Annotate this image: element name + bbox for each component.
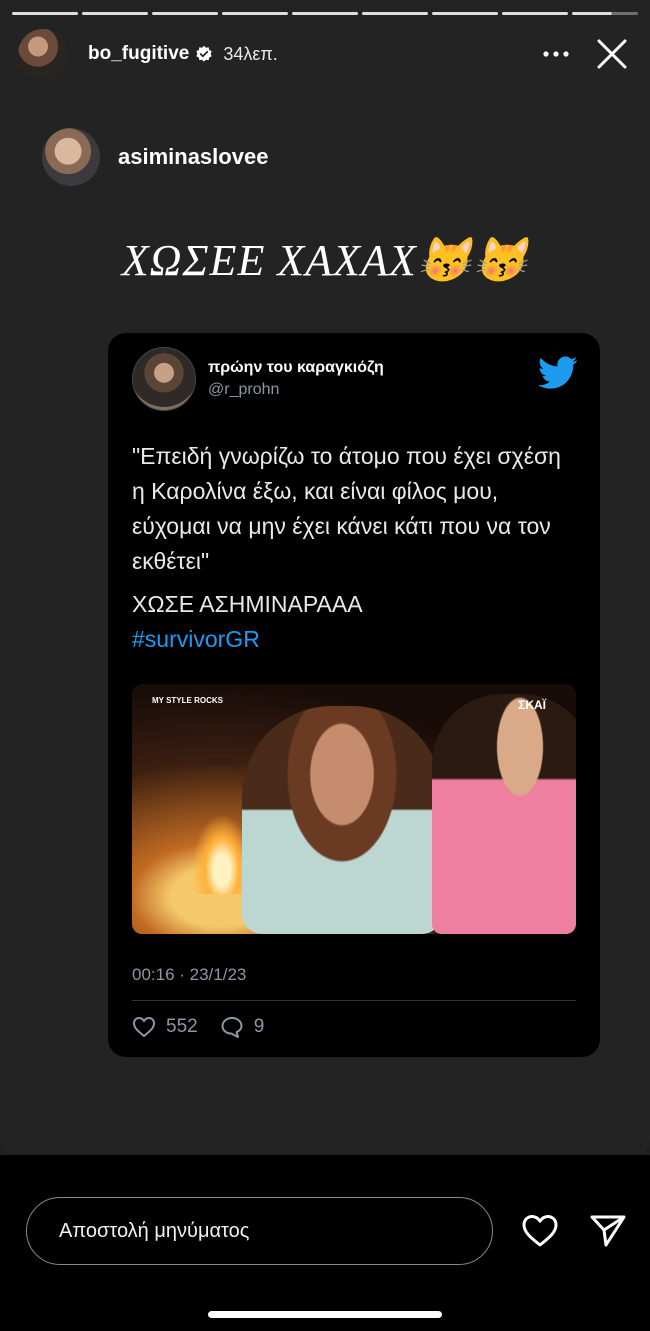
progress-segment xyxy=(222,12,288,15)
tweet-divider xyxy=(132,1000,576,1001)
close-icon xyxy=(597,39,627,69)
author-username[interactable]: bo_fugitive xyxy=(88,43,189,65)
media-person-side xyxy=(432,694,576,934)
progress-segment xyxy=(12,12,78,15)
tweet-hashtag-link[interactable]: #survivorGR xyxy=(132,622,580,657)
heart-icon xyxy=(132,1016,156,1038)
repost-avatar[interactable] xyxy=(42,128,100,186)
more-dots-icon xyxy=(543,51,569,57)
reply-bar: Αποστολή μηνύματος xyxy=(0,1155,650,1331)
tweet-text: "Επειδή γνωρίζω το άτομο που έχει σχέση … xyxy=(132,439,580,657)
progress-segment xyxy=(502,12,568,15)
tweet-display-name: πρώην του καραγκιόζη xyxy=(208,359,384,376)
reposted-from[interactable]: asiminaslovee xyxy=(42,128,268,186)
home-indicator xyxy=(208,1311,442,1318)
progress-segment xyxy=(292,12,358,15)
tweet-card: πρώην του καραγκιόζη @r_prohn "Επειδή γν… xyxy=(108,333,600,1057)
tweet-header: πρώην του καραγκιόζη @r_prohn xyxy=(132,347,578,411)
progress-segment xyxy=(82,12,148,15)
reply-bubble-icon xyxy=(221,1017,243,1038)
more-options-button[interactable] xyxy=(536,34,576,74)
story-caption: ΧΩΣΕΕ ΧΑΧΑΧ😽😽 xyxy=(121,236,529,285)
story-progress-bar xyxy=(12,12,638,15)
media-person-main xyxy=(242,706,442,934)
progress-segment xyxy=(152,12,218,15)
post-time: 34λεπ. xyxy=(223,43,278,64)
paper-plane-icon xyxy=(590,1215,626,1247)
story-header: bo_fugitive 34λεπ. xyxy=(18,28,632,80)
tweet-replies: 9 xyxy=(220,1016,265,1038)
tweet-stats: 552 9 xyxy=(132,1016,286,1038)
media-logo-right: ΣΚΑΪ xyxy=(518,698,546,712)
tweet-timestamp: 00:16 · 23/1/23 xyxy=(132,965,247,984)
replies-count: 9 xyxy=(253,1016,265,1037)
progress-segment-current xyxy=(572,12,638,15)
media-logo-left: MY STYLE ROCKS xyxy=(152,696,223,705)
progress-segment xyxy=(362,12,428,15)
message-input[interactable]: Αποστολή μηνύματος xyxy=(26,1197,493,1265)
heart-outline-icon xyxy=(522,1215,558,1247)
repost-username[interactable]: asiminaslovee xyxy=(118,144,268,170)
tweet-quote: "Επειδή γνωρίζω το άτομο που έχει σχέση … xyxy=(132,443,561,574)
likes-count: 552 xyxy=(166,1016,198,1037)
like-button[interactable] xyxy=(520,1211,560,1251)
tweet-media-image[interactable]: MY STYLE ROCKS ΣΚΑΪ xyxy=(132,684,576,934)
tweet-avatar xyxy=(132,347,196,411)
tweet-likes: 552 xyxy=(132,1016,198,1038)
close-button[interactable] xyxy=(592,34,632,74)
progress-segment xyxy=(432,12,498,15)
author-avatar[interactable] xyxy=(18,29,68,79)
tweet-handle: @r_prohn xyxy=(208,381,280,398)
twitter-bird-icon xyxy=(538,356,578,395)
send-button[interactable] xyxy=(588,1211,628,1251)
tweet-line: ΧΩΣΕ ΑΣΗΜΙΝΑΡΑΑΑ xyxy=(132,591,363,617)
verified-badge-icon xyxy=(195,45,213,63)
